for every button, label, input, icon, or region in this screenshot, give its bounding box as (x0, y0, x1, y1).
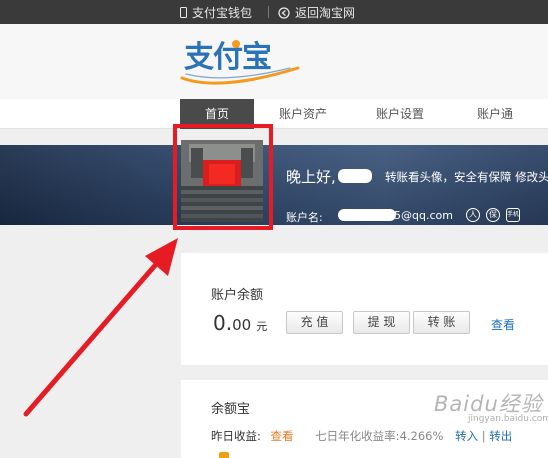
transfer-in-link[interactable]: 转入 (455, 429, 478, 443)
redacted-name (338, 169, 372, 183)
wallet-link[interactable]: 支付宝钱包 (180, 4, 252, 21)
withdraw-button[interactable]: 提 现 (353, 311, 410, 334)
avatar-tip[interactable]: 转账看头像，安全有保障 修改头像 (385, 169, 548, 185)
redacted-account (338, 209, 396, 221)
yesterday-earnings-link[interactable]: 查看 (271, 429, 294, 443)
identity-icon[interactable]: 人 (466, 208, 480, 222)
balance-unit: 元 (256, 320, 268, 333)
return-taobao-label: 返回淘宝网 (295, 6, 356, 20)
account-value: 5@qq.com (394, 209, 453, 222)
balance-view-link[interactable]: 查看 (491, 316, 515, 333)
top-bar: 支付宝钱包 返回淘宝网 (0, 0, 548, 24)
balance-integer: 0. (213, 311, 233, 335)
header: 支付宝 (0, 24, 548, 99)
yesterday-earnings-label: 昨日收益: (211, 429, 261, 443)
rate-label: 七日年化收益率: (315, 429, 400, 443)
link-divider: | (481, 429, 486, 443)
avatar-highlight-box (173, 124, 273, 230)
watermark-sub: jingyan.baidu.com (468, 414, 548, 424)
insurance-icon[interactable]: 保 (486, 208, 500, 222)
balance-title: 账户余额 (211, 288, 264, 303)
alipay-logo[interactable]: 支付宝 (180, 34, 300, 86)
promo-icon (219, 452, 229, 458)
transfer-out-link[interactable]: 转出 (489, 429, 512, 443)
mobile-icon[interactable]: 手机 (506, 208, 520, 222)
wallet-link-label: 支付宝钱包 (192, 6, 253, 20)
greeting: 晚上好, (286, 168, 336, 186)
yuebao-title: 余额宝 (211, 402, 251, 417)
yuebao-row: 昨日收益: 查看 七日年化收益率:4.266% 转入 | 转出 (211, 428, 512, 444)
tab-account-assets[interactable]: 账户资产 (266, 99, 340, 129)
logo-text: 支付宝 (184, 40, 271, 75)
balance-amount: 0.00 元 (213, 311, 267, 335)
balance-decimal: 00 (232, 316, 252, 334)
return-icon (278, 6, 290, 19)
tab-account-pass[interactable]: 账户通 (458, 99, 532, 129)
account-label: 账户名: (286, 211, 323, 224)
return-taobao-link[interactable]: 返回淘宝网 (278, 4, 355, 21)
rate-value: 4.266% (399, 429, 444, 443)
main-nav: 首页 账户资产 账户设置 账户通 (0, 99, 548, 129)
tab-account-settings[interactable]: 账户设置 (363, 99, 437, 129)
transfer-button[interactable]: 转 账 (413, 311, 470, 334)
profile-banner: 晚上好, 转账看头像，安全有保障 修改头像 账户名: 5@qq.com 人 保 … (0, 145, 548, 225)
phone-icon (180, 7, 187, 18)
balance-card: 账户余额 0.00 元 充 值 提 现 转 账 查看 (181, 253, 548, 365)
recharge-button[interactable]: 充 值 (286, 311, 343, 334)
topbar-divider (268, 6, 269, 18)
